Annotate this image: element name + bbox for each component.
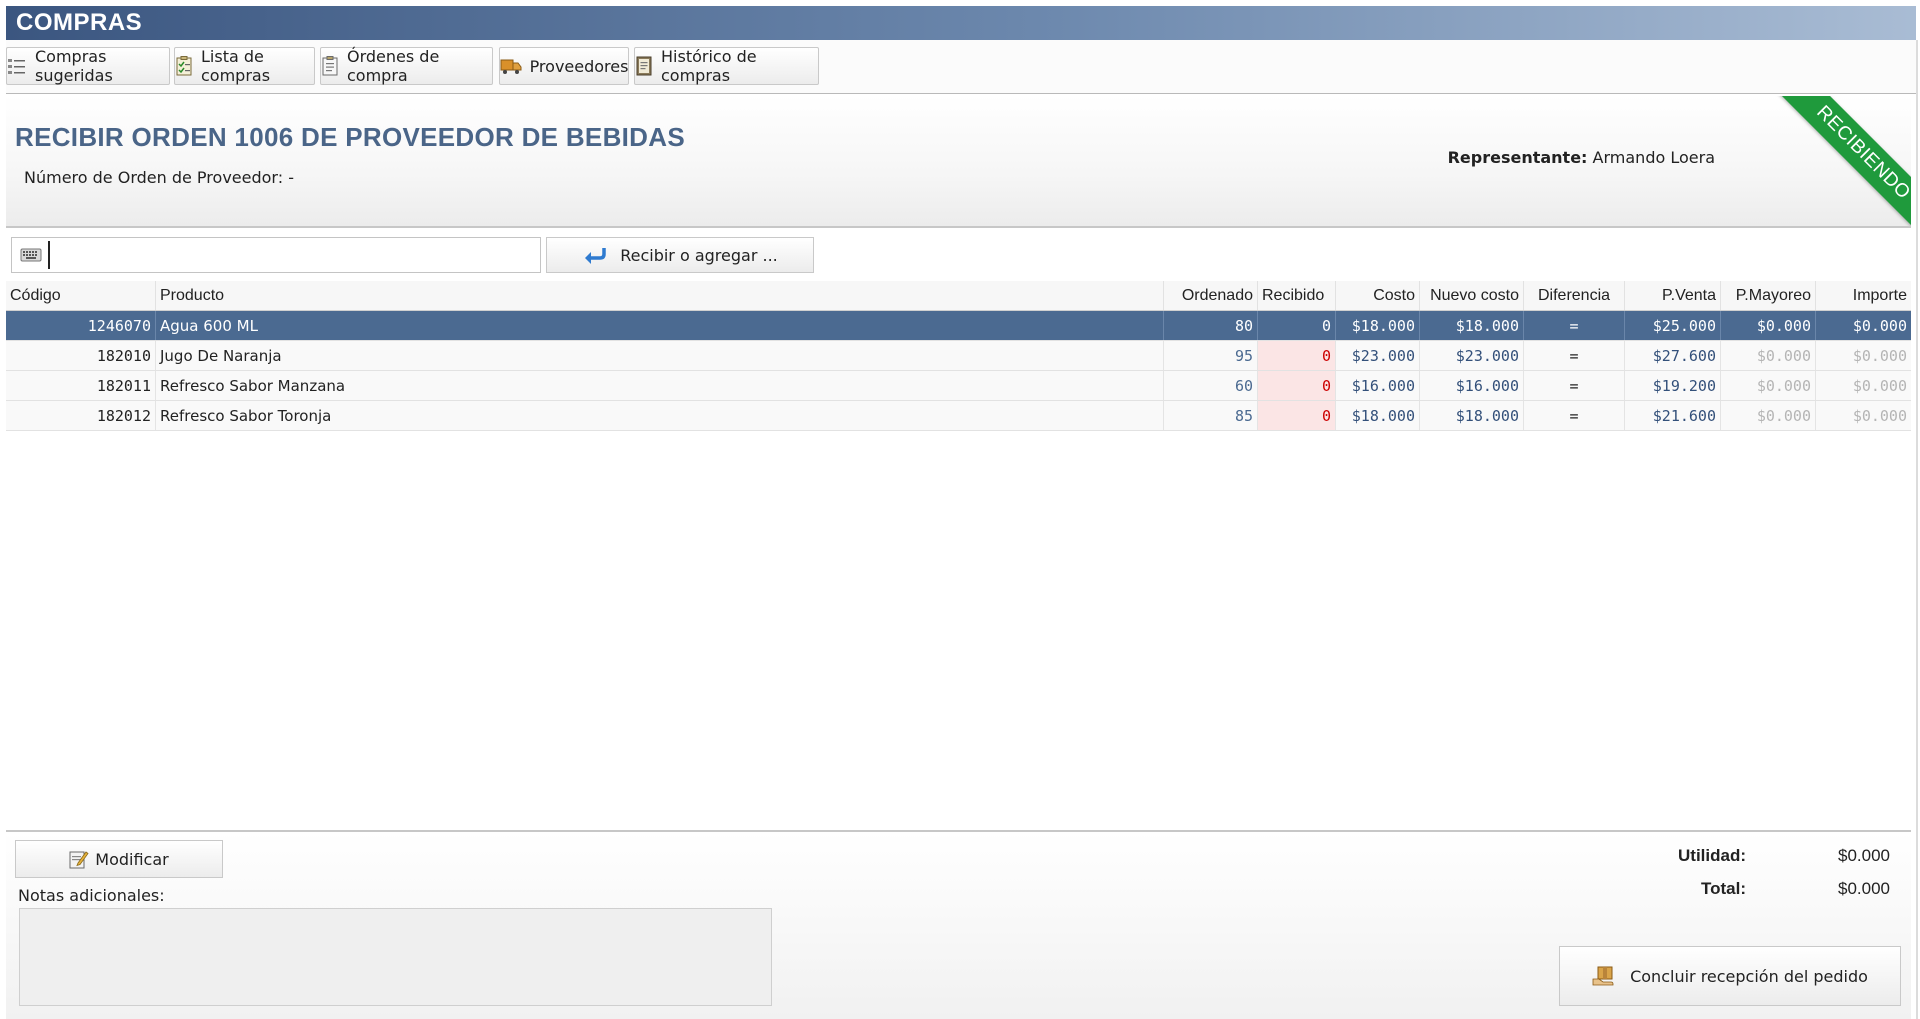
table-header: Código Producto Ordenado Recibido Costo …: [6, 281, 1911, 311]
col-header-cost[interactable]: Costo: [1336, 281, 1420, 310]
representative-name: Armando Loera: [1592, 148, 1715, 167]
truck-icon: [500, 59, 522, 74]
notes-textarea[interactable]: [19, 908, 772, 1006]
scan-bar: Recibir o agregar ...: [6, 232, 1911, 278]
notes-label: Notas adicionales:: [18, 886, 165, 905]
order-header: RECIBIR ORDEN 1006 DE PROVEEDOR DE BEBID…: [6, 96, 1911, 228]
app-title: COMPRAS: [16, 9, 143, 36]
checklist-icon: [176, 56, 192, 76]
total-value: $0.000: [1838, 879, 1890, 898]
col-header-sale-price[interactable]: P.Venta: [1625, 281, 1721, 310]
clipboard-icon: [322, 56, 338, 76]
tab-lista-de-compras[interactable]: Lista de compras: [174, 47, 315, 85]
col-header-wholesale-price[interactable]: P.Mayoreo: [1721, 281, 1816, 310]
tab-compras-sugeridas[interactable]: Compras sugeridas: [6, 47, 170, 85]
status-ribbon-container: RECIBIENDO: [1771, 96, 1911, 226]
utility-label: Utilidad:: [1678, 846, 1746, 865]
totals-panel: Utilidad: $0.000 Total: $0.000: [1551, 846, 1911, 912]
received-cell[interactable]: 0: [1258, 341, 1336, 370]
utility-value: $0.000: [1838, 846, 1890, 865]
tab-ordenes-de-compra[interactable]: Órdenes de compra: [320, 47, 493, 85]
table-row[interactable]: 1246070 Agua 600 ML 80 0 $18.000 $18.000…: [6, 311, 1911, 341]
col-header-ordered[interactable]: Ordenado: [1164, 281, 1258, 310]
return-arrow-icon: [585, 248, 606, 264]
order-items-table: Código Producto Ordenado Recibido Costo …: [6, 281, 1911, 431]
representative-label: Representante:: [1447, 148, 1588, 167]
col-header-new-cost[interactable]: Nuevo costo: [1420, 281, 1524, 310]
utility-row: Utilidad: $0.000: [1551, 846, 1911, 879]
barcode-input[interactable]: [48, 241, 518, 269]
status-ribbon: RECIBIENDO: [1773, 96, 1911, 226]
tab-historico-de-compras[interactable]: Histórico de compras: [634, 47, 819, 85]
new-cost-cell[interactable]: $23.000: [1420, 341, 1524, 370]
edit-icon: [69, 851, 89, 869]
col-header-difference[interactable]: Diferencia: [1524, 281, 1625, 310]
page-title: RECIBIR ORDEN 1006 DE PROVEEDOR DE BEBID…: [15, 122, 685, 152]
col-header-amount[interactable]: Importe: [1816, 281, 1911, 310]
keyboard-icon: [20, 248, 42, 262]
new-cost-cell[interactable]: $18.000: [1420, 401, 1524, 430]
barcode-input-box[interactable]: [11, 237, 541, 273]
total-row: Total: $0.000: [1551, 879, 1911, 912]
package-delivery-icon: [1592, 966, 1614, 986]
conclude-reception-button[interactable]: Concluir recepción del pedido: [1559, 946, 1901, 1006]
window-title-bar: COMPRAS: [6, 6, 1916, 40]
total-label: Total:: [1700, 879, 1746, 898]
received-cell[interactable]: 0: [1258, 311, 1336, 340]
history-book-icon: [636, 56, 652, 76]
col-header-product[interactable]: Producto: [156, 281, 1164, 310]
table-row[interactable]: 182010 Jugo De Naranja 95 0 $23.000 $23.…: [6, 341, 1911, 371]
supplier-order-number: Número de Orden de Proveedor: -: [24, 168, 294, 187]
window-right-border: [1916, 40, 1918, 1019]
new-cost-cell[interactable]: $18.000: [1420, 311, 1524, 340]
module-tabs: Compras sugeridas Lista de compras Órden…: [6, 40, 1916, 94]
order-footer: Modificar Notas adicionales: Utilidad: $…: [6, 832, 1911, 1019]
table-row[interactable]: 182011 Refresco Sabor Manzana 60 0 $16.0…: [6, 371, 1911, 401]
table-row[interactable]: 182012 Refresco Sabor Toronja 85 0 $18.0…: [6, 401, 1911, 431]
receive-or-add-button[interactable]: Recibir o agregar ...: [546, 237, 814, 273]
received-cell[interactable]: 0: [1258, 401, 1336, 430]
tab-proveedores[interactable]: Proveedores: [499, 47, 629, 85]
col-header-received[interactable]: Recibido: [1258, 281, 1336, 310]
representative: Representante: Armando Loera: [1448, 148, 1715, 167]
col-header-code[interactable]: Código: [6, 281, 156, 310]
modify-button[interactable]: Modificar: [15, 840, 223, 878]
new-cost-cell[interactable]: $16.000: [1420, 371, 1524, 400]
received-cell[interactable]: 0: [1258, 371, 1336, 400]
suggested-list-icon: [8, 59, 25, 74]
